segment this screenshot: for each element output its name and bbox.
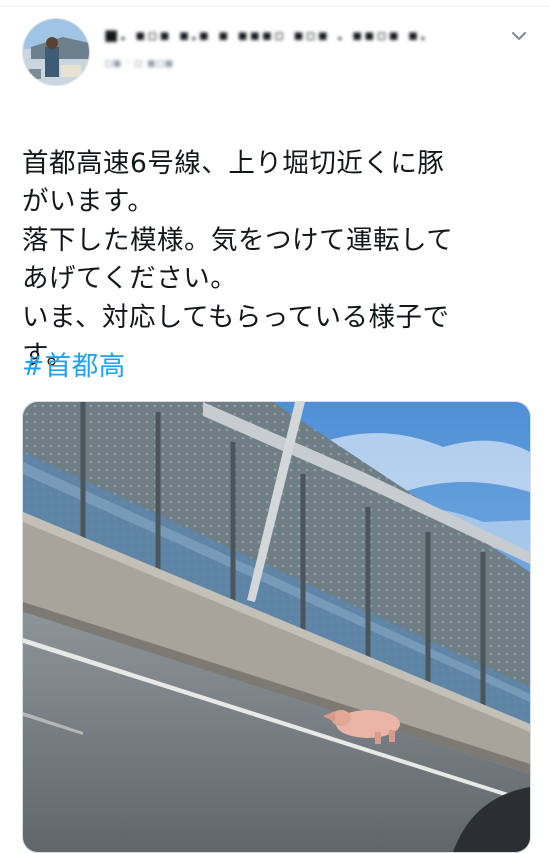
tweet-photo[interactable]	[22, 401, 531, 853]
top-divider	[0, 6, 550, 7]
tweet-text-line: がいます。	[22, 186, 155, 217]
avatar[interactable]	[22, 18, 90, 86]
hashtag-link[interactable]: #首都高	[22, 348, 126, 387]
chevron-down-icon[interactable]	[509, 28, 529, 42]
author-name[interactable]: ■. ▪▫▪ ▪.▪ ▪ ▪▪▪▫ ▪▫▪ . ▪▪▫▪ ▪.	[104, 26, 484, 46]
tweet-text-line: あげてください。	[22, 263, 238, 294]
tweet-text-line: 落下した模様。気をつけて運転して	[22, 224, 454, 256]
author-handle[interactable]: ▫▪ · ▫ ▪▫▪	[104, 56, 234, 74]
tweet-text-line: いま、対応してもらっている様子で	[22, 301, 450, 333]
tweet-text-line: 首都高速6号線、上り堀切近くに豚	[22, 147, 445, 179]
